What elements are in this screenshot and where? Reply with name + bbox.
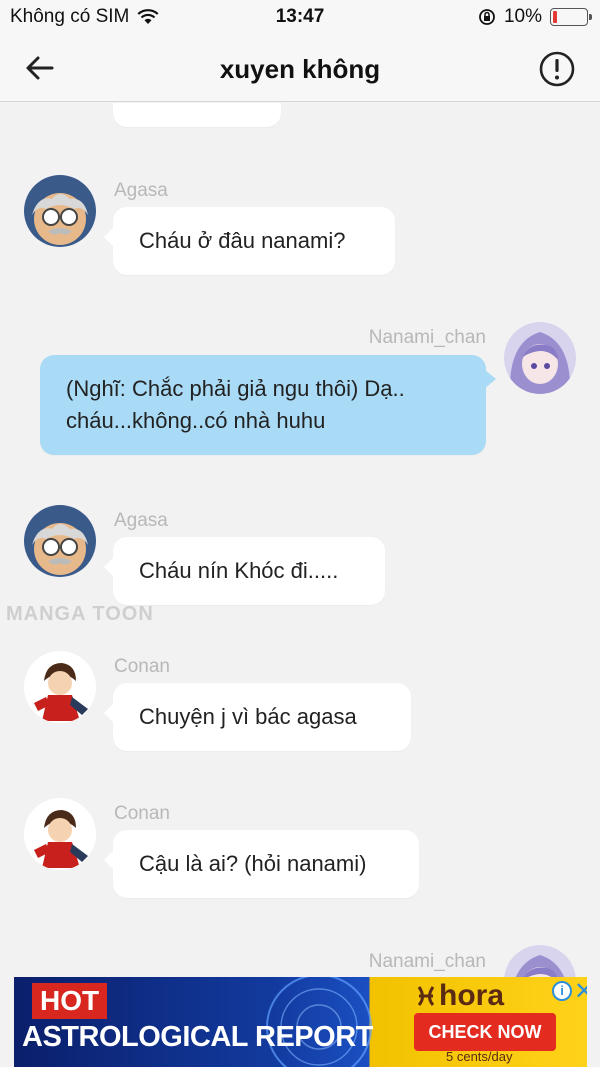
message-bubble: Cháu nín Khóc đi.....	[104, 537, 385, 605]
message-bubble-own: (Nghĩ: Chắc phải giả ngu thôi) Dạ.. cháu…	[40, 355, 496, 455]
ad-banner[interactable]: HOT ASTROLOGICAL REPORT hora CHECK NOW 5…	[14, 977, 587, 1067]
sender-name: Nanami_chan	[368, 951, 486, 972]
watermark: MANGA TOON	[6, 603, 154, 625]
nanami-avatar-icon	[504, 945, 576, 977]
message-text: Cậu là ai? (hỏi nanami)	[139, 851, 367, 876]
chat-header: xuyen không	[0, 34, 600, 102]
ad-close-icon[interactable]: ✕	[574, 977, 587, 1006]
report-button[interactable]	[538, 50, 576, 88]
avatar[interactable]	[24, 798, 96, 870]
status-bar: Không có SIM 13:47 10%	[0, 0, 600, 34]
message-bubble: Chuyện j vì bác agasa	[104, 683, 411, 751]
avatar[interactable]	[24, 175, 96, 247]
conan-avatar-icon	[24, 651, 96, 723]
avatar[interactable]	[24, 505, 96, 577]
sender-name: Agasa	[114, 510, 168, 531]
ad-cta-button[interactable]: CHECK NOW	[414, 1013, 556, 1051]
battery-label: 10%	[503, 6, 542, 27]
ad-brand: hora	[439, 979, 505, 1012]
message-bubble: Cậu là ai? (hỏi nanami)	[104, 830, 419, 898]
ad-hot-label: HOT	[32, 983, 108, 1019]
sender-name: Conan	[114, 656, 170, 677]
message-text: Cháu ở đâu nanami?	[139, 228, 346, 253]
ad-info-icon[interactable]: i	[552, 981, 572, 1001]
sender-name: Nanami_chan	[368, 327, 486, 348]
conan-avatar-icon	[24, 798, 96, 870]
sender-name: Agasa	[114, 180, 168, 201]
message-list[interactable]: Agasa Cháu ở đâu nanami? Nanami_chan (Ng…	[0, 103, 600, 977]
message-text: Cháu nín Khóc đi.....	[139, 558, 339, 583]
status-right: 10%	[478, 6, 592, 28]
alert-circle-icon	[539, 51, 575, 87]
battery-icon	[550, 8, 592, 26]
avatar[interactable]	[24, 651, 96, 723]
agasa-avatar-icon	[24, 505, 96, 577]
ad-price: 5 cents/day	[446, 1049, 513, 1064]
message-text: Chuyện j vì bác agasa	[139, 704, 357, 729]
agasa-avatar-icon	[24, 175, 96, 247]
message-bubble-partial	[113, 103, 281, 127]
sender-name: Conan	[114, 803, 170, 824]
message-text: (Nghĩ: Chắc phải giả ngu thôi) Dạ.. cháu…	[66, 376, 405, 433]
avatar[interactable]	[504, 322, 576, 394]
ad-headline: ASTROLOGICAL REPORT	[22, 1021, 373, 1053]
nanami-avatar-icon	[504, 322, 576, 394]
message-bubble: Cháu ở đâu nanami?	[104, 207, 395, 275]
avatar[interactable]	[504, 945, 576, 977]
page-title: xuyen không	[219, 54, 381, 84]
hora-logo-icon	[417, 986, 435, 1006]
orientation-lock-icon	[479, 9, 495, 25]
